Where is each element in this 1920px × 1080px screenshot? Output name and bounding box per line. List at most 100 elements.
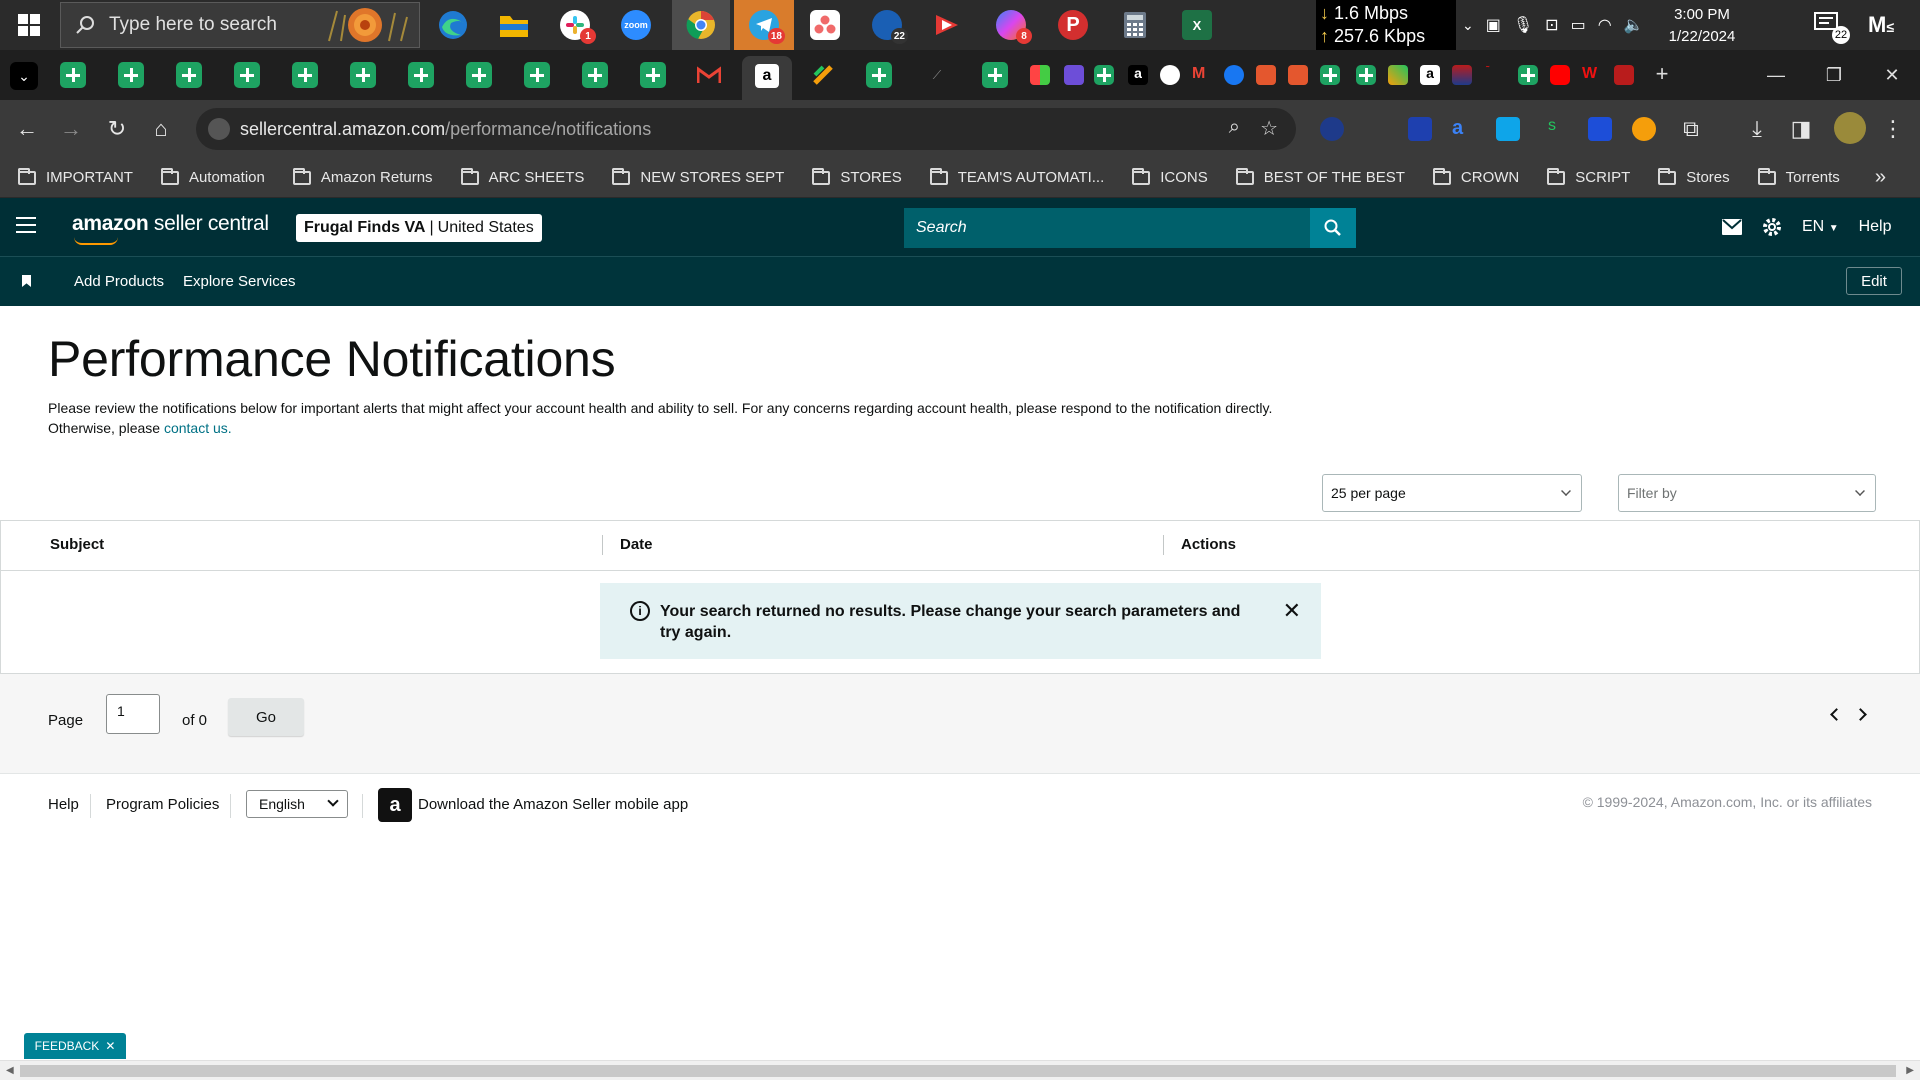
page-number-input[interactable]: 1 <box>106 694 160 734</box>
address-bar[interactable]: sellercentral.amazon.com/performance/not… <box>196 108 1296 150</box>
dot-tab-icon[interactable]: ˜ <box>1486 65 1506 85</box>
w-tab-icon[interactable]: W <box>1582 65 1602 85</box>
sheets-tab-icon[interactable] <box>1320 65 1340 85</box>
nav-explore-services[interactable]: Explore Services <box>183 273 296 290</box>
scroll-left-icon[interactable]: ◀ <box>6 1065 14 1076</box>
seller-central-logo[interactable]: amazon seller central <box>72 212 269 245</box>
keepa-extension-icon[interactable] <box>1588 117 1612 141</box>
slack-app[interactable]: 1 <box>546 0 604 50</box>
camera-icon[interactable]: ▣ <box>1486 15 1501 35</box>
calculator-app[interactable] <box>1106 0 1164 50</box>
sheets-tab-icon[interactable] <box>234 62 260 88</box>
excel-app[interactable]: X <box>1168 0 1226 50</box>
filter-select[interactable]: Filter by <box>1618 474 1876 512</box>
shopping-tab-icon[interactable] <box>1256 65 1276 85</box>
close-window-button[interactable]: ✕ <box>1864 50 1920 100</box>
edit-button[interactable]: Edit <box>1846 267 1902 295</box>
edge-app[interactable] <box>424 0 482 50</box>
forward-icon[interactable]: → <box>56 114 86 144</box>
user-avatar[interactable]: M≤ <box>1868 12 1894 38</box>
s-extension-icon[interactable]: s <box>1548 117 1572 141</box>
language-select[interactable]: English <box>246 790 348 818</box>
amazon-tab-icon[interactable]: a <box>1420 65 1440 85</box>
bookmark-folder[interactable]: IMPORTANT <box>18 167 133 186</box>
volume-icon[interactable]: 🔈 <box>1624 15 1644 35</box>
sheets-tab-icon[interactable] <box>1518 65 1538 85</box>
close-icon[interactable]: ✕ <box>105 1039 115 1053</box>
bookmark-folder[interactable]: BEST OF THE BEST <box>1235 167 1405 186</box>
gmail-tab-icon[interactable]: M <box>1192 65 1212 85</box>
sheets-tab-icon[interactable] <box>866 62 892 88</box>
new-tab-icon[interactable]: + <box>1652 63 1672 85</box>
back-icon[interactable]: ← <box>12 114 42 144</box>
chrome-app[interactable] <box>672 0 730 50</box>
horizontal-scrollbar[interactable]: ◀ ▶ <box>0 1060 1920 1080</box>
gear-icon[interactable] <box>1762 217 1782 237</box>
sheets-tab-icon[interactable] <box>1094 65 1114 85</box>
chevron-up-icon[interactable]: ⌄ <box>1462 17 1474 34</box>
asana-app[interactable] <box>796 0 854 50</box>
search-button[interactable] <box>1310 208 1356 248</box>
amazon-tab-icon[interactable]: a <box>1128 65 1148 85</box>
bookmark-folder[interactable]: ICONS <box>1132 167 1208 186</box>
multicolor-tab-icon[interactable] <box>1030 65 1050 85</box>
tools-tab-icon[interactable] <box>810 62 836 88</box>
hamburger-menu-icon[interactable] <box>16 217 36 238</box>
tools-tab-icon[interactable] <box>1388 65 1408 85</box>
sheets-tab-icon[interactable] <box>982 62 1008 88</box>
scrollbar-thumb[interactable] <box>20 1065 1896 1077</box>
bookmark-folder[interactable]: STORES <box>812 167 902 186</box>
go-button[interactable]: Go <box>228 698 304 736</box>
fba-extension-icon[interactable] <box>1496 117 1520 141</box>
bookmark-icon[interactable] <box>22 275 31 287</box>
extensions-puzzle-icon[interactable]: ⧉ <box>1676 114 1706 144</box>
microphone-icon[interactable]: 🎙 <box>1513 15 1533 35</box>
reload-icon[interactable]: ↻ <box>102 114 132 144</box>
search-input[interactable]: Search <box>904 208 1310 248</box>
infinity-app[interactable] <box>918 0 976 50</box>
tab-search-icon[interactable]: ⌄ <box>10 62 38 90</box>
bookmark-folder[interactable]: Stores <box>1658 167 1730 186</box>
sheets-tab-icon[interactable] <box>582 62 608 88</box>
home-icon[interactable]: ⌂ <box>146 114 176 144</box>
star-icon[interactable]: ☆ <box>1260 116 1278 141</box>
list-tab-icon[interactable] <box>1064 65 1084 85</box>
bookmark-folder[interactable]: SCRIPT <box>1547 167 1630 186</box>
sheets-tab-icon[interactable] <box>176 62 202 88</box>
messenger-app-1[interactable]: 22 <box>858 0 916 50</box>
bookmark-folder[interactable]: Amazon Returns <box>292 167 433 186</box>
sheets-tab-icon[interactable] <box>524 62 550 88</box>
sheets-tab-icon[interactable] <box>60 62 86 88</box>
download-icon[interactable]: ⤓ <box>1742 114 1772 144</box>
sheets-tab-icon[interactable] <box>118 62 144 88</box>
scroll-right-icon[interactable]: ▶ <box>1906 1065 1914 1076</box>
zoom-icon[interactable]: ⌕ <box>1229 116 1240 139</box>
orange-extension-icon[interactable] <box>1632 117 1656 141</box>
sheets-tab-icon[interactable] <box>466 62 492 88</box>
sheets-tab-icon[interactable] <box>350 62 376 88</box>
language-menu[interactable]: EN ▼ <box>1802 218 1839 236</box>
clock[interactable]: 3:00 PM 1/22/2024 <box>1660 4 1744 48</box>
minimize-button[interactable]: — <box>1748 50 1804 100</box>
close-icon[interactable]: ✕ <box>1283 600 1301 622</box>
battery-icon[interactable]: ▭ <box>1571 15 1586 35</box>
more-menu-icon[interactable]: ⋮ <box>1878 114 1908 144</box>
bookmark-folder[interactable]: CROWN <box>1432 167 1519 186</box>
sheets-tab-icon[interactable] <box>640 62 666 88</box>
start-button[interactable] <box>0 0 58 50</box>
site-info-icon[interactable] <box>208 118 230 140</box>
feedback-button[interactable]: FEEDBACK ✕ <box>24 1033 126 1059</box>
plus-tab-icon[interactable] <box>1160 65 1180 85</box>
extension-icon[interactable] <box>1320 117 1344 141</box>
bookmark-folder[interactable]: TEAM'S AUTOMATI... <box>929 167 1104 186</box>
tab-active[interactable]: a <box>742 56 792 100</box>
pushbullet-app[interactable]: P <box>1044 0 1102 50</box>
facebook-tab-icon[interactable] <box>1224 65 1244 85</box>
bookmark-folder[interactable]: NEW STORES SEPT <box>612 167 784 186</box>
sheets-tab-icon[interactable] <box>408 62 434 88</box>
youtube-tab-icon[interactable] <box>1550 65 1570 85</box>
contact-us-link[interactable]: contact us. <box>164 420 232 436</box>
footer-help-link[interactable]: Help <box>48 796 79 813</box>
amazon-extension-icon[interactable]: a <box>1452 117 1476 141</box>
bookmark-folder[interactable]: ARC SHEETS <box>460 167 584 186</box>
